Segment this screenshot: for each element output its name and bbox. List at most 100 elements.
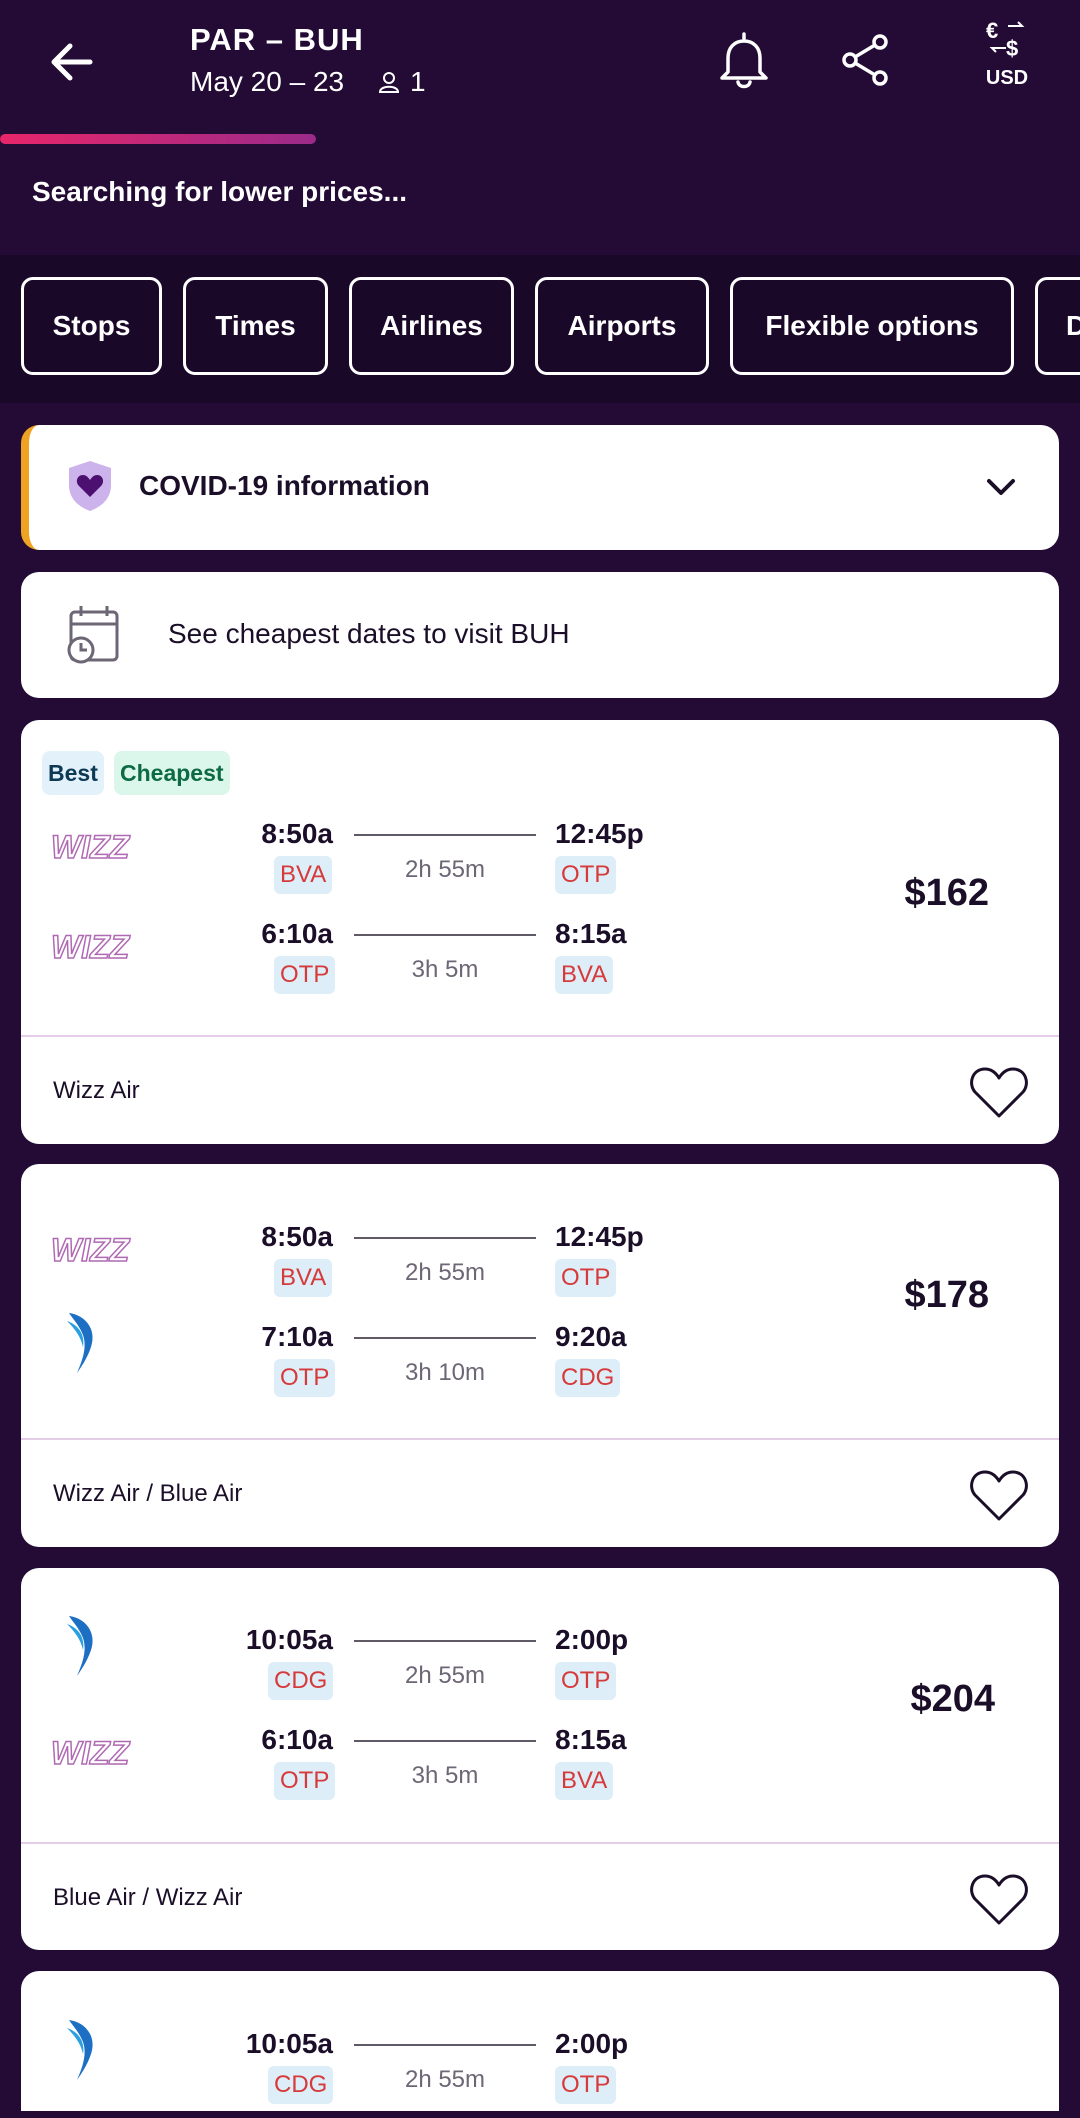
departure-time: 8:50a [261, 1221, 333, 1252]
filter-flexible-options[interactable]: Flexible options [730, 277, 1014, 375]
currency-button[interactable]: € $ USD [975, 18, 1039, 90]
departure-airport-code: CDG [268, 2066, 334, 2104]
price: $178 [904, 1274, 989, 1316]
covid-info-banner[interactable]: COVID-19 information [21, 425, 1059, 550]
filter-times[interactable]: Times [183, 277, 328, 375]
arrival-airport-code: OTP [555, 2066, 617, 2104]
filter-airlines[interactable]: Airlines [349, 277, 514, 375]
arrival-airport-code: OTP [555, 856, 617, 894]
arrival-time: 2:00p [555, 1624, 629, 1655]
filter-more[interactable]: D [1035, 277, 1080, 375]
outbound-leg: 10:05a 2h 55m 2:00p CDG OTP [21, 2020, 921, 2118]
currency-label: USD [985, 67, 1029, 89]
flight-duration: 2h 55m [404, 1259, 486, 1286]
price-alert-button[interactable] [712, 28, 776, 92]
cheapest-dates-text: See cheapest dates to visit BUH [168, 618, 570, 649]
arrival-time: 12:45p [555, 818, 644, 849]
flight-line [354, 834, 536, 836]
svg-text:$: $ [1006, 36, 1018, 60]
airline-names: Blue Air / Wizz Air [53, 1884, 243, 1911]
departure-airport-code: OTP [274, 1359, 336, 1397]
shield-heart-icon [69, 461, 111, 511]
arrival-time: 8:15a [555, 918, 627, 949]
arrow-left-icon [51, 43, 93, 81]
arrival-airport-code: BVA [555, 1762, 614, 1800]
flight-line [354, 1337, 536, 1339]
arrival-airport-code: OTP [555, 1259, 617, 1297]
svg-text:WIZZ: WIZZ [51, 929, 131, 965]
passenger-count: 1 [378, 66, 426, 98]
outbound-leg: WIZZ 8:50a 2h 55m 12:45p BVA OTP [21, 1221, 921, 1311]
flight-line [354, 2044, 536, 2046]
arrival-time: 12:45p [555, 1221, 644, 1252]
departure-time: 7:10a [261, 1321, 333, 1352]
blue-air-logo-icon [67, 1616, 93, 1676]
search-status: Searching for lower prices... [32, 176, 408, 207]
wizz-logo-icon: WIZZ [51, 828, 131, 866]
arrival-airport-code: BVA [555, 956, 614, 994]
best-badge: Best [42, 751, 104, 795]
wizz-logo-icon: WIZZ [51, 1231, 131, 1269]
flight-line [354, 1640, 536, 1642]
svg-text:WIZZ: WIZZ [51, 829, 131, 865]
price: $162 [904, 872, 989, 914]
filter-stops[interactable]: Stops [21, 277, 162, 375]
passenger-count-value: 1 [410, 66, 426, 97]
flight-duration: 3h 5m [411, 956, 479, 983]
price: $204 [910, 1678, 995, 1720]
filter-bar: Stops Times Airlines Airports Flexible o… [0, 255, 1080, 403]
heart-icon[interactable] [969, 1064, 1029, 1120]
flight-result-card[interactable]: WIZZ 8:50a 2h 55m 12:45p BVA OTP 7:10a 3… [21, 1164, 1059, 1547]
departure-time: 6:10a [261, 918, 333, 949]
departure-airport-code: BVA [274, 1259, 333, 1297]
card-divider [21, 1842, 1059, 1844]
share-button[interactable] [836, 28, 900, 92]
trip-dates: May 20 – 23 [190, 66, 345, 97]
share-icon [842, 34, 888, 86]
back-button[interactable] [44, 32, 104, 92]
svg-text:WIZZ: WIZZ [51, 1232, 131, 1268]
flight-line [354, 1740, 536, 1742]
departure-time: 10:05a [245, 2028, 333, 2059]
departure-airport-code: CDG [268, 1662, 334, 1700]
chevron-down-icon [987, 479, 1015, 495]
calendar-clock-icon [67, 606, 119, 664]
heart-icon[interactable] [969, 1871, 1029, 1927]
departure-time: 10:05a [245, 1624, 333, 1655]
flight-line [354, 934, 536, 936]
route-title: PAR – BUH [190, 22, 364, 57]
airline-names: Wizz Air / Blue Air [53, 1480, 243, 1507]
departure-airport-code: OTP [274, 956, 336, 994]
bell-icon [720, 32, 768, 89]
wizz-logo-icon: WIZZ [51, 1734, 131, 1772]
top-bar: PAR – BUH May 20 – 23 1 € $ USD Searchin… [0, 0, 1080, 255]
svg-text:WIZZ: WIZZ [51, 1735, 131, 1771]
departure-time: 6:10a [261, 1724, 333, 1755]
flight-duration: 3h 10m [404, 1359, 486, 1386]
arrival-airport-code: CDG [555, 1359, 621, 1397]
flight-duration: 2h 55m [404, 2066, 486, 2093]
airline-names: Wizz Air [53, 1077, 140, 1104]
flight-result-card[interactable]: 10:05a 2h 55m 2:00p CDG OTP WIZZ 6:10a 3… [21, 1568, 1059, 1950]
heart-icon[interactable] [969, 1467, 1029, 1523]
person-icon [378, 72, 400, 93]
arrival-airport-code: OTP [555, 1662, 617, 1700]
blue-air-logo-icon [67, 2020, 93, 2080]
arrival-time: 2:00p [555, 2028, 629, 2059]
flight-duration: 3h 5m [411, 1762, 479, 1789]
cheapest-badge: Cheapest [114, 751, 230, 795]
departure-airport-code: BVA [274, 856, 333, 894]
svg-text:€: € [986, 18, 998, 43]
return-leg: 7:10a 3h 10m 9:20a OTP CDG [21, 1313, 921, 1411]
flight-line [354, 1237, 536, 1239]
currency-exchange-icon: € $ [986, 18, 1025, 61]
flight-result-card[interactable]: Best Cheapest WIZZ 8:50a 2h 55m 12:45p B… [21, 720, 1059, 1144]
flight-duration: 2h 55m [404, 1662, 486, 1689]
filter-airports[interactable]: Airports [535, 277, 709, 375]
flight-result-card[interactable]: 10:05a 2h 55m 2:00p CDG OTP [21, 1971, 1059, 2111]
cheapest-dates-card[interactable]: See cheapest dates to visit BUH [21, 572, 1059, 698]
departure-time: 8:50a [261, 818, 333, 849]
outbound-leg: 10:05a 2h 55m 2:00p CDG OTP [21, 1616, 921, 1714]
departure-airport-code: OTP [274, 1762, 336, 1800]
return-leg: WIZZ 6:10a 3h 5m 8:15a OTP BVA [21, 918, 921, 1008]
